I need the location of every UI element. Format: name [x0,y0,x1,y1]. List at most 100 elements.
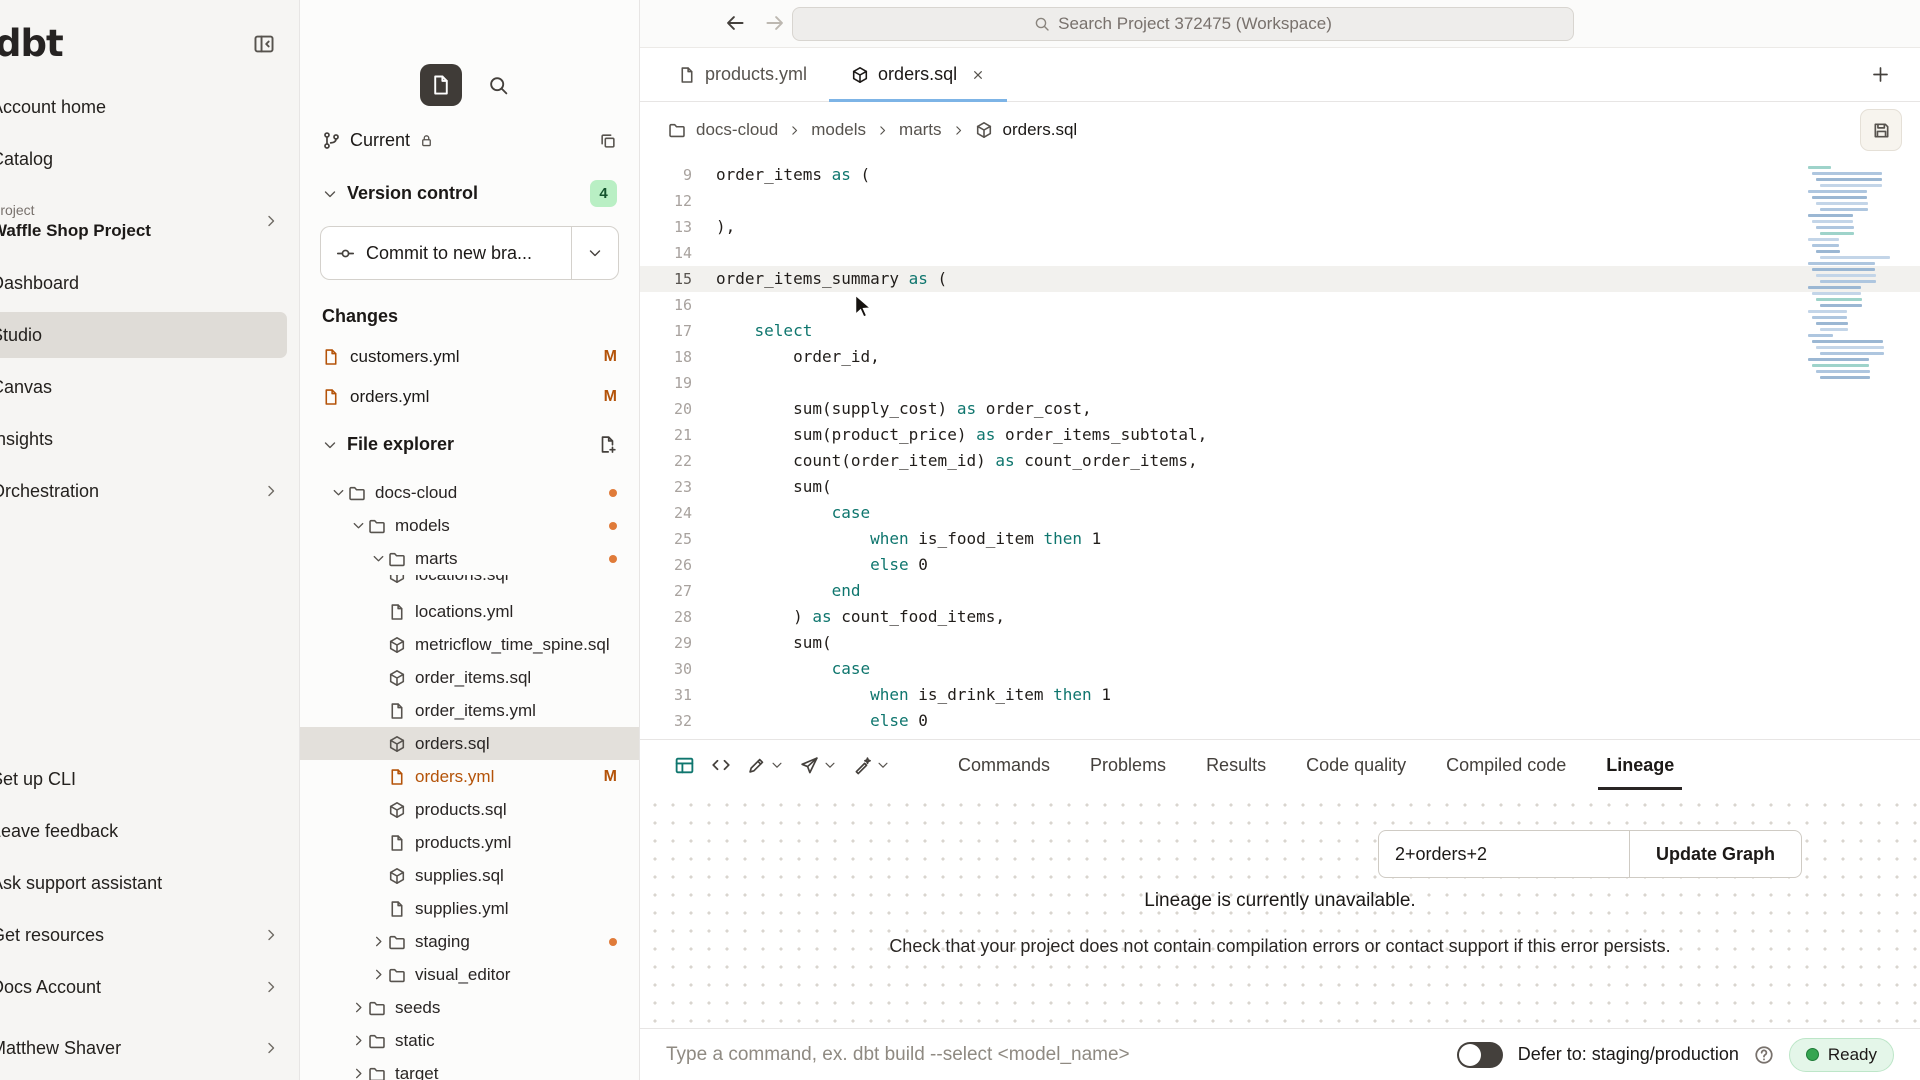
bottom-tab-compiled-code[interactable]: Compiled code [1426,740,1586,790]
tree-item-supplies-sql[interactable]: supplies.sql [300,859,639,892]
sidebar-item-dashboard[interactable]: Dashboard [0,260,287,306]
breadcrumb-segment-models[interactable]: models [811,120,866,140]
breadcrumb-segment-marts[interactable]: marts [899,120,942,140]
sidebar-item-studio[interactable]: Studio [0,312,287,358]
command-input[interactable]: Type a command, ex. dbt build --select <… [666,1044,1442,1066]
code-line-26[interactable]: 26 else 0 [640,552,1920,578]
lineage-selector-input[interactable]: 2+orders+2 [1378,830,1630,878]
copy-branch-icon[interactable] [599,132,617,150]
tree-item-supplies-yml[interactable]: supplies.yml [300,892,639,925]
tree-item-products-sql[interactable]: products.sql [300,793,639,826]
back-arrow-icon[interactable] [724,12,746,34]
wand-tool-dropdown[interactable] [845,750,898,781]
tree-item-products-yml[interactable]: products.yml [300,826,639,859]
sidebar-item-canvas[interactable]: Canvas [0,364,287,410]
sidebar-item-ask-support-assistant[interactable]: Ask support assistant [0,860,287,906]
code-line-29[interactable]: 29 sum( [640,630,1920,656]
changed-file-customers-yml[interactable]: customers.ymlM [300,337,639,377]
bottom-tab-results[interactable]: Results [1186,740,1286,790]
tree-item-target[interactable]: target [300,1057,639,1080]
tree-item-metricflow-time-spine-sql[interactable]: metricflow_time_spine.sql [300,628,639,661]
code-line-30[interactable]: 30 case [640,656,1920,682]
tab-products-yml[interactable]: products.yml [656,48,829,101]
project-search-input[interactable]: Search Project 372475 (Workspace) [792,7,1574,41]
pen-tool-dropdown[interactable] [739,750,792,781]
tree-item-seeds[interactable]: seeds [300,991,639,1024]
code-line-21[interactable]: 21 sum(product_price) as order_items_sub… [640,422,1920,448]
chevron-down-icon[interactable] [368,551,388,566]
sidebar-item-get-resources[interactable]: Get resources [0,912,287,958]
tree-item-visual-editor[interactable]: visual_editor [300,958,639,991]
breadcrumb-segment-docs-cloud[interactable]: docs-cloud [696,120,778,140]
tree-item-locations-sql[interactable]: locations.sql [300,575,639,595]
breadcrumb-segment-orders-sql[interactable]: orders.sql [1003,120,1078,140]
code-line-31[interactable]: 31 when is_drink_item then 1 [640,682,1920,708]
code-line-17[interactable]: 17 select [640,318,1920,344]
code-line-23[interactable]: 23 sum( [640,474,1920,500]
sidebar-item-leave-feedback[interactable]: Leave feedback [0,808,287,854]
code-line-13[interactable]: 13), [640,214,1920,240]
bottom-tab-problems[interactable]: Problems [1070,740,1186,790]
chevron-down-icon[interactable] [328,485,348,500]
code-line-27[interactable]: 27 end [640,578,1920,604]
send-tool-dropdown[interactable] [792,750,845,781]
tree-item-order-items-yml[interactable]: order_items.yml [300,694,639,727]
tree-item-static[interactable]: static [300,1024,639,1057]
results-table-button[interactable] [666,749,703,782]
code-line-18[interactable]: 18 order_id, [640,344,1920,370]
defer-toggle[interactable] [1457,1042,1503,1068]
sidebar-item-account-home[interactable]: Account home [0,84,287,130]
update-graph-button[interactable]: Update Graph [1629,830,1802,878]
tree-item-orders-sql[interactable]: orders.sql [300,727,639,760]
bottom-tab-code-quality[interactable]: Code quality [1286,740,1426,790]
code-line-25[interactable]: 25 when is_food_item then 1 [640,526,1920,552]
tree-item-models[interactable]: models [300,509,639,542]
code-line-16[interactable]: 16 [640,292,1920,318]
bottom-tab-commands[interactable]: Commands [938,740,1070,790]
version-control-section-header[interactable]: Version control 4 [300,163,639,224]
close-tab-icon[interactable] [971,68,985,82]
bottom-tab-lineage[interactable]: Lineage [1586,740,1694,790]
code-line-14[interactable]: 14 [640,240,1920,266]
tree-item-orders-yml[interactable]: orders.ymlM [300,760,639,793]
sidebar-item-catalog[interactable]: Catalog [0,136,287,182]
save-file-button[interactable] [1860,109,1902,151]
sidebar-item-orchestration[interactable]: Orchestration [0,468,287,514]
chevron-right-icon[interactable] [348,1033,368,1048]
code-line-28[interactable]: 28 ) as count_food_items, [640,604,1920,630]
commit-dropdown-button[interactable] [571,226,619,280]
forward-arrow-icon[interactable] [764,12,786,34]
code-line-20[interactable]: 20 sum(supply_cost) as order_cost, [640,396,1920,422]
branch-selector[interactable]: Current [300,118,639,163]
code-line-9[interactable]: 9order_items as ( [640,162,1920,188]
search-files-button[interactable] [478,64,520,106]
code-line-19[interactable]: 19 [640,370,1920,396]
tree-item-staging[interactable]: staging [300,925,639,958]
chevron-right-icon[interactable] [368,934,388,949]
status-ready-badge[interactable]: Ready [1789,1038,1894,1072]
chevron-right-icon[interactable] [368,967,388,982]
code-view-button[interactable] [703,749,739,781]
tree-item-docs-cloud[interactable]: docs-cloud [300,476,639,509]
files-view-button[interactable] [420,64,462,106]
sidebar-item-insights[interactable]: Insights [0,416,287,462]
chevron-down-icon[interactable] [348,518,368,533]
code-line-12[interactable]: 12 [640,188,1920,214]
code-line-24[interactable]: 24 case [640,500,1920,526]
code-line-22[interactable]: 22 count(order_item_id) as count_order_i… [640,448,1920,474]
changed-file-orders-yml[interactable]: orders.ymlM [300,377,639,417]
collapse-sidebar-icon[interactable] [253,33,275,55]
code-line-32[interactable]: 32 else 0 [640,708,1920,734]
commit-button[interactable]: Commit to new bra... [320,226,571,280]
sidebar-item-set-up-cli[interactable]: Set up CLI [0,756,287,802]
tree-item-order-items-sql[interactable]: order_items.sql [300,661,639,694]
sidebar-item-project[interactable]: ProjectWaffle Shop Project [0,188,287,254]
new-tab-button[interactable] [1871,65,1890,84]
chevron-right-icon[interactable] [348,1000,368,1015]
help-question-icon[interactable] [1754,1045,1774,1065]
file-explorer-section-header[interactable]: File explorer [300,417,639,472]
sidebar-item-docs-account[interactable]: Docs Account [0,964,287,1010]
editor-minimap[interactable] [1808,166,1896,398]
tab-orders-sql[interactable]: orders.sql [829,48,1007,101]
chevron-right-icon[interactable] [348,1066,368,1080]
